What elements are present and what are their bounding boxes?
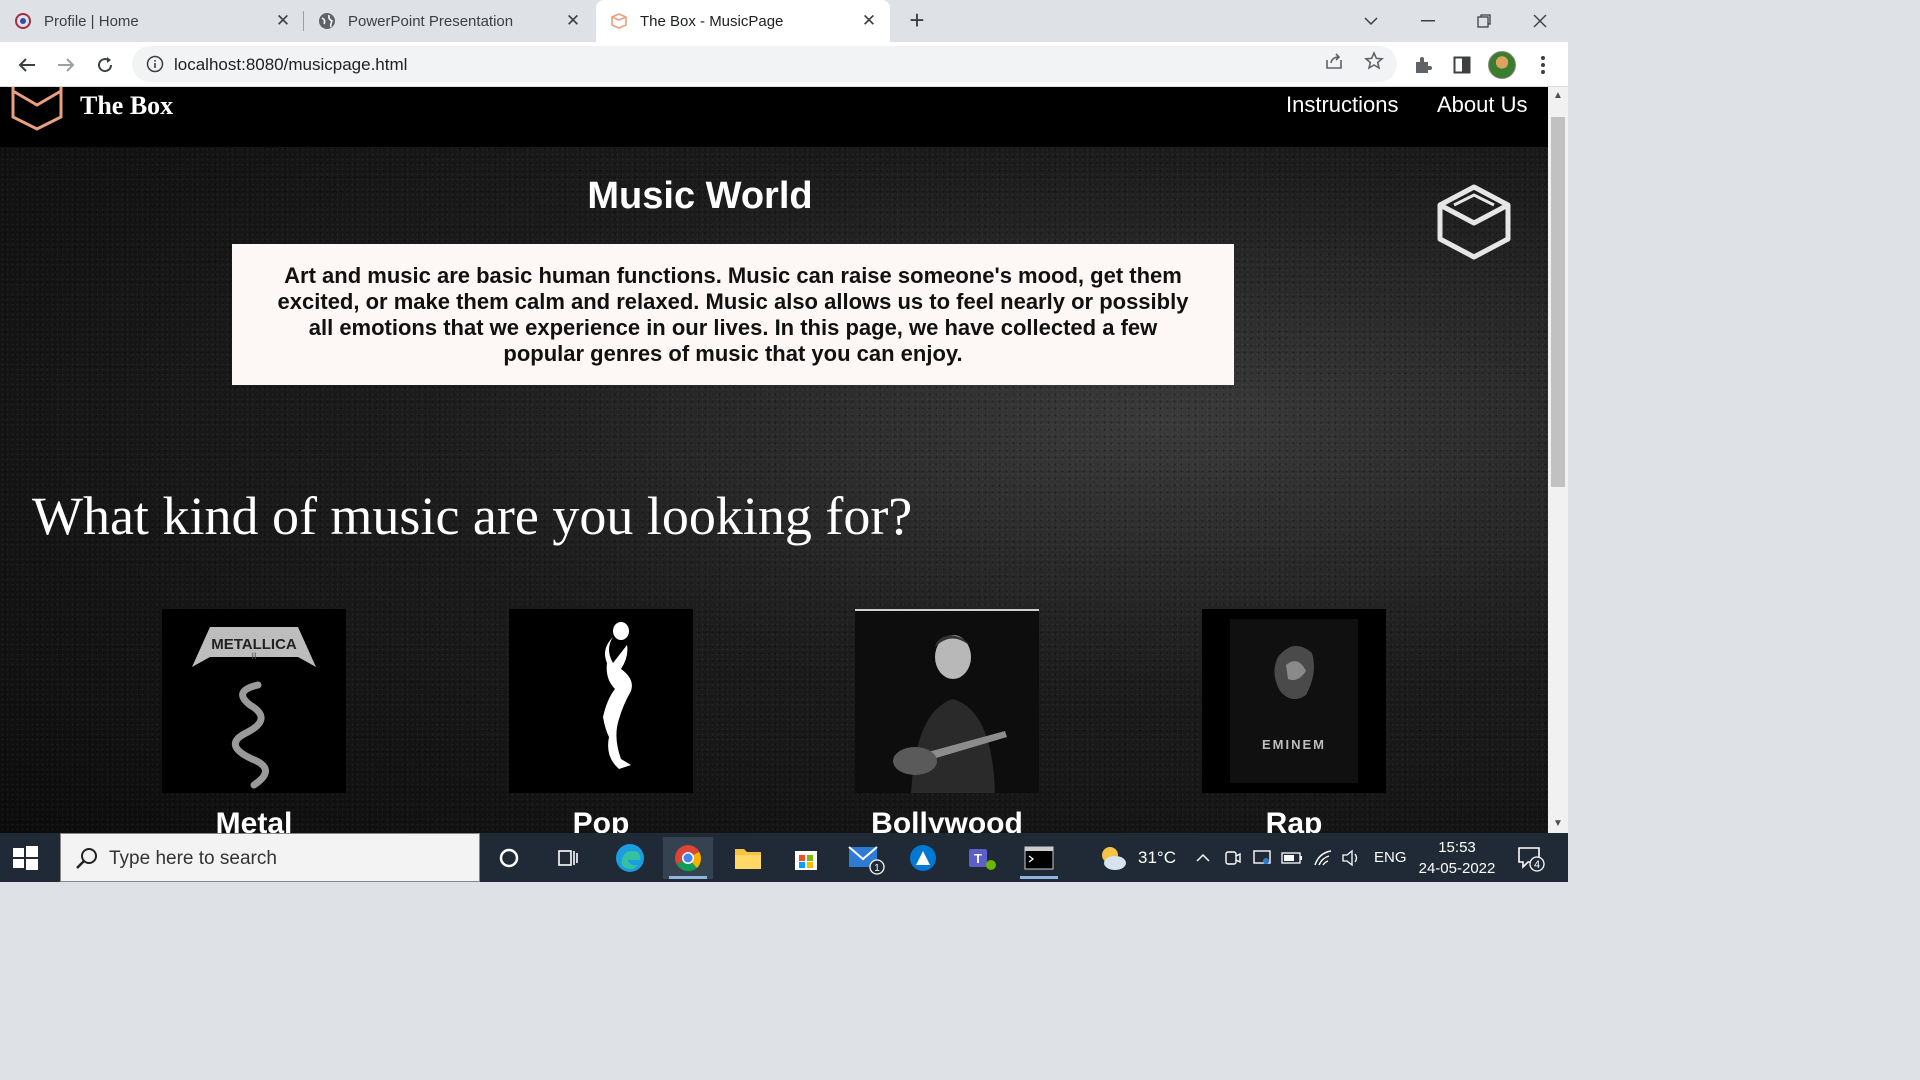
tab-musicpage[interactable]: The Box - MusicPage ✕ bbox=[596, 0, 890, 42]
site-header: The Box Instructions About Us bbox=[0, 87, 1548, 147]
box-outline-icon bbox=[1437, 184, 1511, 260]
terminal-icon[interactable] bbox=[1014, 837, 1064, 879]
profile-favicon-icon bbox=[14, 12, 32, 30]
browser-toolbar: localhost:8080/musicpage.html bbox=[0, 42, 1568, 87]
extensions-icon[interactable] bbox=[1410, 52, 1436, 78]
clock-date: 24-05-2022 bbox=[1418, 860, 1496, 877]
tab-divider bbox=[303, 11, 304, 31]
url-text[interactable]: localhost:8080/musicpage.html bbox=[174, 55, 407, 75]
chrome-browser-icon[interactable] bbox=[663, 837, 713, 879]
intro-text: Art and music are basic human functions.… bbox=[277, 262, 1189, 366]
back-arrow-icon[interactable] bbox=[12, 50, 42, 80]
metal-art-subtext: II bbox=[251, 651, 256, 661]
weather-widget[interactable]: 31°C bbox=[1098, 833, 1176, 882]
network-adapter-icon[interactable] bbox=[1252, 833, 1272, 882]
rap-album-art[interactable]: EMINEM bbox=[1202, 609, 1386, 793]
page-title: Music World bbox=[587, 175, 813, 217]
bookmark-star-icon[interactable] bbox=[1363, 50, 1385, 72]
close-tab-icon[interactable]: ✕ bbox=[860, 12, 878, 30]
nav-instructions[interactable]: Instructions bbox=[1286, 92, 1399, 118]
genre-label[interactable]: Metal bbox=[162, 807, 346, 833]
meet-now-icon[interactable] bbox=[1224, 833, 1242, 882]
globe-icon bbox=[318, 12, 336, 30]
intro-box: Art and music are basic human functions.… bbox=[232, 244, 1234, 385]
teams-icon[interactable]: T bbox=[956, 837, 1006, 879]
tab-search-icon[interactable] bbox=[1343, 0, 1399, 42]
genre-card-bollywood[interactable]: Bollywood bbox=[855, 609, 1039, 833]
cortana-icon[interactable] bbox=[484, 837, 534, 879]
mail-badge: 1 bbox=[874, 863, 880, 874]
metal-album-art[interactable]: METALLICA II bbox=[162, 609, 346, 793]
weather-cloud-sun-icon bbox=[1102, 846, 1126, 870]
restore-icon[interactable] bbox=[1456, 0, 1512, 42]
genre-label[interactable]: Rap bbox=[1202, 807, 1386, 833]
genre-label[interactable]: Pop bbox=[509, 807, 693, 833]
side-panel-icon[interactable] bbox=[1449, 52, 1475, 78]
page-viewport: The Box Instructions About Us Music Worl… bbox=[0, 87, 1548, 833]
site-info-icon[interactable] bbox=[146, 55, 164, 73]
file-explorer-icon[interactable] bbox=[723, 837, 773, 879]
menu-kebab-icon[interactable] bbox=[1530, 52, 1556, 78]
genre-card-metal[interactable]: METALLICA II Metal bbox=[162, 609, 346, 833]
scroll-down-arrow-icon[interactable]: ▼ bbox=[1548, 815, 1568, 833]
scroll-thumb[interactable] bbox=[1551, 117, 1565, 487]
windows-start-icon[interactable] bbox=[10, 843, 40, 873]
close-tab-icon[interactable]: ✕ bbox=[274, 12, 292, 30]
tab-powerpoint[interactable]: PowerPoint Presentation ✕ bbox=[318, 0, 594, 42]
genre-card-rap[interactable]: EMINEM Rap bbox=[1202, 609, 1386, 833]
volume-icon[interactable] bbox=[1341, 833, 1361, 882]
tab-title: PowerPoint Presentation bbox=[348, 12, 514, 30]
genre-card-pop[interactable]: Pop bbox=[509, 609, 693, 833]
share-icon[interactable] bbox=[1323, 50, 1345, 72]
show-hidden-icons-icon[interactable] bbox=[1196, 833, 1210, 882]
mail-icon[interactable]: 1 bbox=[840, 837, 890, 879]
microsoft-store-icon[interactable] bbox=[781, 837, 831, 879]
new-tab-button[interactable]: + bbox=[904, 7, 930, 34]
search-icon bbox=[76, 848, 97, 869]
svg-text:T: T bbox=[974, 851, 982, 866]
tab-title: Profile | Home bbox=[44, 12, 139, 30]
pop-album-art[interactable] bbox=[509, 609, 693, 793]
search-placeholder: Type here to search bbox=[109, 848, 277, 869]
bollywood-album-art[interactable] bbox=[855, 609, 1039, 793]
tab-bar: Profile | Home ✕ PowerPoint Presentation… bbox=[0, 0, 1568, 42]
page-scrollbar[interactable]: ▲ ▼ bbox=[1548, 87, 1568, 833]
taskbar-search-box[interactable]: Type here to search bbox=[60, 833, 480, 882]
notification-badge: 4 bbox=[1534, 859, 1540, 871]
clock-time: 15:53 bbox=[1438, 839, 1476, 856]
tab-title: The Box - MusicPage bbox=[640, 12, 784, 30]
box-logo-icon[interactable] bbox=[10, 87, 66, 133]
edge-browser-icon[interactable] bbox=[605, 837, 655, 879]
tab-profile[interactable]: Profile | Home ✕ bbox=[14, 0, 304, 42]
box-favicon-icon bbox=[610, 12, 628, 30]
weather-temperature: 31°C bbox=[1138, 847, 1176, 867]
battery-icon[interactable] bbox=[1281, 833, 1303, 882]
genre-question-heading: What kind of music are you looking for? bbox=[32, 486, 913, 546]
close-tab-icon[interactable]: ✕ bbox=[564, 12, 582, 30]
close-window-icon[interactable] bbox=[1512, 0, 1568, 42]
system-clock[interactable]: 15:53 24-05-2022 bbox=[1410, 837, 1504, 879]
site-brand[interactable]: The Box bbox=[80, 91, 173, 121]
address-bar[interactable]: localhost:8080/musicpage.html bbox=[132, 46, 1397, 82]
rap-art-text: EMINEM bbox=[1262, 737, 1326, 752]
notification-center-icon[interactable]: 4 bbox=[1516, 833, 1546, 882]
wifi-icon[interactable] bbox=[1313, 833, 1333, 882]
genre-label[interactable]: Bollywood bbox=[855, 807, 1039, 833]
scroll-up-arrow-icon[interactable]: ▲ bbox=[1548, 87, 1568, 105]
profile-avatar[interactable] bbox=[1488, 51, 1516, 79]
nav-about-us[interactable]: About Us bbox=[1437, 92, 1528, 118]
task-view-icon[interactable] bbox=[543, 837, 593, 879]
forward-arrow-icon[interactable] bbox=[51, 50, 81, 80]
reload-icon[interactable] bbox=[90, 50, 120, 80]
azure-data-studio-icon[interactable] bbox=[898, 837, 948, 879]
windows-taskbar: Type here to search 1 T 31°C ENG 15:53 2… bbox=[0, 833, 1568, 882]
minimize-icon[interactable] bbox=[1400, 0, 1456, 42]
language-indicator[interactable]: ENG bbox=[1374, 833, 1407, 882]
